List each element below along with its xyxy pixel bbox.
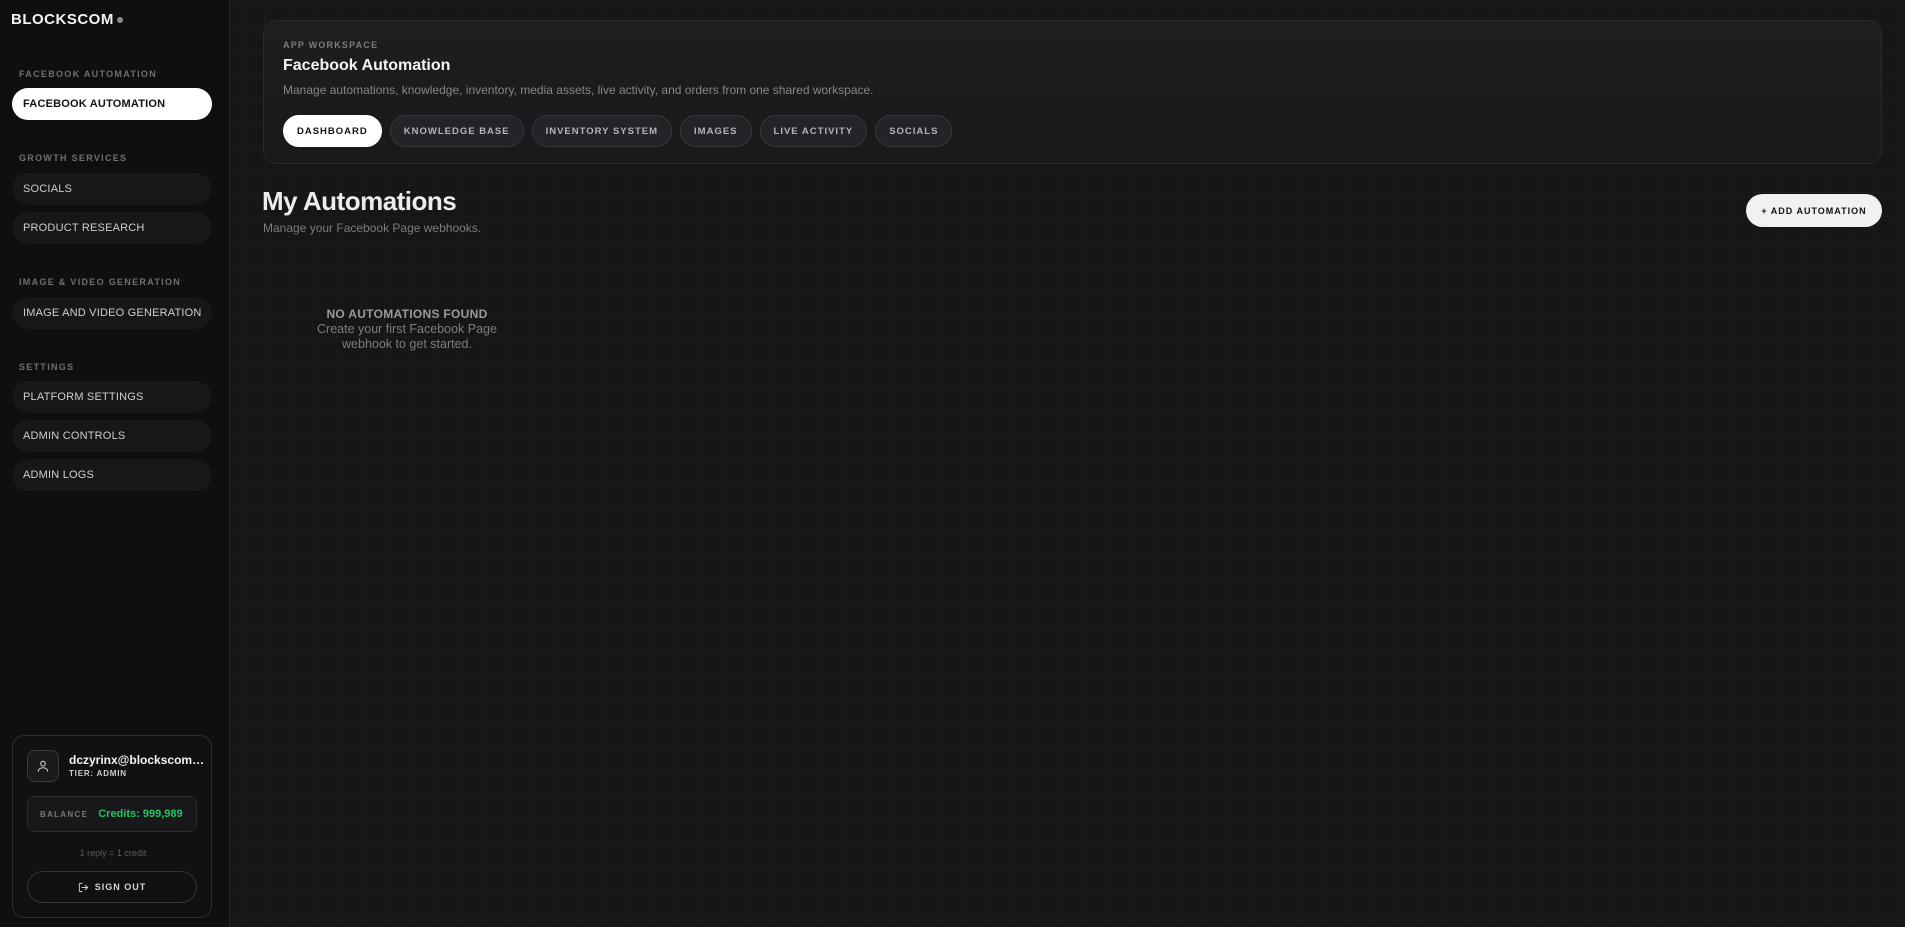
user-email: dczyrinx@blockscom.com (69, 753, 205, 767)
balance-value: Credits: 999,989 (98, 808, 183, 820)
add-automation-button[interactable]: + ADD AUTOMATION (1746, 194, 1882, 227)
sign-out-label: SIGN OUT (94, 882, 147, 892)
workspace-kicker: APP WORKSPACE (283, 40, 379, 50)
tab-images[interactable]: IMAGES (680, 115, 752, 147)
empty-state-description: Create your first Facebook Page webhook … (317, 322, 497, 351)
section-label-facebook-automation: FACEBOOK AUTOMATION (19, 69, 158, 79)
workspace-description: Manage automations, knowledge, inventory… (283, 83, 874, 97)
sidebar-item-admin-logs[interactable]: ADMIN LOGS (12, 459, 212, 491)
empty-state: NO AUTOMATIONS FOUND Create your first F… (295, 307, 519, 352)
tab-dashboard[interactable]: DASHBOARD (283, 115, 382, 147)
sidebar-item-platform-settings[interactable]: PLATFORM SETTINGS (12, 381, 212, 413)
balance-box: BALANCE Credits: 999,989 (27, 796, 197, 832)
workspace-title: Facebook Automation (283, 57, 451, 74)
sidebar-item-admin-controls[interactable]: ADMIN CONTROLS (12, 420, 212, 452)
user-tier: TIER: ADMIN (69, 769, 127, 778)
tab-live-activity[interactable]: LIVE ACTIVITY (759, 115, 868, 147)
logo-dot-icon (116, 17, 123, 24)
sidebar: BLOCKSCOM FACEBOOK AUTOMATION FACEBOOK A… (0, 0, 230, 927)
section-label-growth-services: GROWTH SERVICES (19, 153, 128, 163)
tab-inventory-system[interactable]: INVENTORY SYSTEM (531, 115, 673, 147)
workspace-header: APP WORKSPACE Facebook Automation Manage… (263, 20, 1882, 164)
sidebar-item-socials[interactable]: SOCIALS (12, 173, 212, 205)
sidebar-item-facebook-automation[interactable]: FACEBOOK AUTOMATION (12, 88, 212, 120)
sign-out-icon (78, 882, 88, 892)
sign-out-button[interactable]: SIGN OUT (27, 871, 197, 903)
workspace-tabs: DASHBOARD KNOWLEDGE BASE INVENTORY SYSTE… (283, 115, 953, 147)
page-subtitle: Manage your Facebook Page webhooks. (263, 221, 482, 235)
balance-label: BALANCE (40, 809, 89, 819)
section-label-image-video-generation: IMAGE & VIDEO GENERATION (19, 277, 182, 287)
user-card: dczyrinx@blockscom.com TIER: ADMIN BALAN… (12, 735, 212, 918)
brand-name: BLOCKSCOM (11, 11, 114, 28)
credit-note: 1 reply = 1 credit (79, 848, 147, 858)
user-icon (27, 750, 59, 782)
tab-socials[interactable]: SOCIALS (875, 115, 953, 147)
sidebar-item-image-video-generation[interactable]: IMAGE AND VIDEO GENERATION (12, 297, 212, 329)
section-label-settings: SETTINGS (19, 362, 75, 372)
sidebar-item-product-research[interactable]: PRODUCT RESEARCH (12, 212, 212, 244)
tab-knowledge-base[interactable]: KNOWLEDGE BASE (389, 115, 524, 147)
page-title: My Automations (262, 186, 457, 216)
brand-logo[interactable]: BLOCKSCOM (11, 11, 123, 28)
empty-state-title: NO AUTOMATIONS FOUND (326, 307, 488, 321)
